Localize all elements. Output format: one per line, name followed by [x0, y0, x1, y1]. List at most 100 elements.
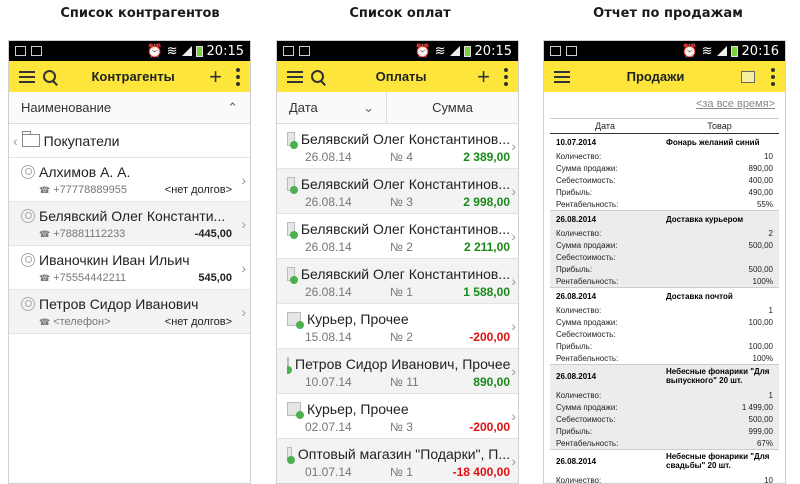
period-selector[interactable]: <за все время>	[544, 92, 785, 118]
payment-number: № 3	[390, 195, 413, 209]
more-icon[interactable]	[504, 67, 508, 86]
more-icon[interactable]	[236, 67, 240, 86]
sort-header[interactable]: Наименование ⌃	[9, 92, 250, 124]
payment-details: 26.08.14 № 3 2 998,00	[287, 194, 510, 210]
payment-row[interactable]: Курьер, Прочее 02.07.14 № 3 -200,00 ›	[277, 394, 518, 439]
sort-date[interactable]: Дата ⌄	[277, 92, 387, 123]
payment-document-icon	[287, 312, 304, 329]
chevron-right-icon: ›	[241, 216, 246, 232]
signal-icon	[716, 46, 727, 56]
counterparty-row[interactable]: Иваночкин Иван Ильич ☎ +75554442211 545,00 ›	[9, 246, 250, 290]
payment-row[interactable]: Оптовый магазин "Подарки", П... 01.07.14 №…	[277, 439, 518, 483]
search-icon[interactable]	[311, 69, 325, 84]
report-metric-value: 890,00	[748, 163, 773, 173]
report-metric-row: Количество: 2	[550, 227, 779, 239]
counterparty-name: Белявский Олег Константи...	[39, 208, 226, 224]
counterparty-details: ☎ <телефон> <нет долгов>	[21, 314, 238, 330]
payment-sum: 890,00	[473, 375, 510, 389]
alarm-icon: ⏰	[146, 43, 163, 59]
payment-number: № 1	[390, 465, 413, 479]
report-metric-value: 1	[768, 305, 773, 315]
counterparty-row[interactable]: Алхимов А. А. ☎ +77778889955 <нет долгов> ›	[9, 158, 250, 202]
counterparty-row[interactable]: Белявский Олег Константи... ☎ +78881112233…	[9, 202, 250, 246]
report-metric-row: Прибыль: 490,00	[550, 186, 779, 198]
phone-icon: ☎	[39, 316, 51, 327]
report-metric-label: Количество:	[556, 151, 602, 161]
payment-number: № 11	[390, 375, 419, 389]
payment-row[interactable]: Белявский Олег Константинов... 26.08.14 № …	[277, 124, 518, 169]
payment-details: 10.07.14 № 11 890,00	[287, 374, 510, 390]
report-metric-row: Количество: 1	[550, 389, 779, 401]
counterparty-details: ☎ +77778889955 <нет долгов>	[21, 182, 238, 198]
column-date-label: Дата	[289, 100, 318, 115]
counterparty-debt: <нет долгов>	[164, 316, 232, 328]
sort-header: Дата ⌄ Сумма	[277, 92, 518, 124]
report-metric-label: Себестоимость:	[556, 414, 616, 424]
group-label: Покупатели	[43, 132, 120, 149]
payment-sum: -200,00	[469, 420, 510, 434]
report-group-header: 26.08.2014 Небесные фонарики "Для выпускн…	[550, 365, 779, 389]
more-icon[interactable]	[771, 67, 775, 86]
add-icon[interactable]: +	[477, 65, 490, 88]
counterparty-debt: -445,00	[194, 228, 232, 240]
payment-document-icon	[287, 357, 292, 374]
payment-counterparty: Петров Сидор Иванович, Прочее	[295, 356, 510, 372]
payment-date: 26.08.14	[305, 240, 352, 254]
report-group-date: 10.07.2014	[556, 137, 597, 147]
counterparty-name-line: Иваночкин Иван Ильич	[21, 250, 238, 270]
chevron-right-icon: ›	[241, 304, 246, 320]
menu-icon[interactable]	[19, 70, 35, 83]
report-metric-row: Сумма продажи: 890,00	[550, 162, 779, 174]
payment-sum: 2 389,00	[463, 150, 510, 164]
payment-row[interactable]: Белявский Олег Константинов... 26.08.14 № …	[277, 214, 518, 259]
payment-document-icon	[287, 447, 295, 464]
add-icon[interactable]: +	[209, 65, 222, 88]
payment-document-icon	[287, 222, 298, 239]
caption-payments: Список оплат	[349, 6, 451, 21]
chevron-right-icon: ›	[511, 363, 516, 379]
image-icon	[566, 46, 577, 56]
payment-name-line: Белявский Олег Константинов...	[287, 264, 510, 284]
payment-date: 26.08.14	[305, 285, 352, 299]
report-metric-value: 55%	[756, 199, 773, 209]
report-metric-label: Сумма продажи:	[556, 163, 618, 173]
chevron-up-icon: ⌃	[227, 99, 238, 115]
search-icon[interactable]	[43, 69, 57, 84]
menu-icon[interactable]	[287, 70, 303, 83]
clock: 20:15	[474, 43, 512, 59]
wifi-icon: ≋	[166, 43, 178, 59]
column-sum-label[interactable]: Сумма	[387, 100, 518, 115]
payment-number: № 3	[390, 420, 413, 434]
payment-date: 01.07.14	[305, 465, 352, 479]
payment-document-icon	[287, 402, 304, 419]
caption-counterparties: Список контрагентов	[60, 6, 220, 21]
report-metric-label: Количество:	[556, 390, 602, 400]
chevron-down-icon: ⌄	[363, 99, 374, 115]
payment-date: 15.08.14	[305, 330, 352, 344]
payment-number: № 1	[390, 285, 413, 299]
payment-document-icon	[287, 267, 298, 284]
report-group-date: 26.08.2014	[556, 372, 597, 381]
counterparty-debt: <нет долгов>	[164, 184, 232, 196]
report-metric-value: 10	[764, 475, 773, 484]
status-bar: ⏰ ≋ 20:15	[277, 41, 518, 61]
payment-row[interactable]: Белявский Олег Константинов... 26.08.14 № …	[277, 169, 518, 214]
payment-row[interactable]: Белявский Олег Константинов... 26.08.14 № …	[277, 259, 518, 304]
page-title: Продажи	[626, 69, 685, 84]
column-date: Дата	[595, 121, 615, 131]
counterparty-row[interactable]: Петров Сидор Иванович ☎ <телефон> <нет долг…	[9, 290, 250, 334]
report-metric-label: Себестоимость:	[556, 252, 616, 262]
chevron-left-icon: ‹	[13, 132, 18, 149]
payment-row[interactable]: Курьер, Прочее 15.08.14 № 2 -200,00 ›	[277, 304, 518, 349]
report-metric-row: Сумма продажи: 1 499,00	[550, 401, 779, 413]
report-metric-value: 100,00	[748, 317, 773, 327]
payment-row[interactable]: Петров Сидор Иванович, Прочее 10.07.14 № 1…	[277, 349, 518, 394]
report-group-header: 26.08.2014 Небесные фонарики "Для свадьбы…	[550, 450, 779, 474]
counterparty-phone: +77778889955	[53, 184, 127, 196]
counterparty-phone: <телефон>	[53, 316, 111, 328]
report-group-item: Небесные фонарики "Для выпускного" 20 шт…	[666, 367, 770, 385]
image-icon	[31, 46, 42, 56]
menu-icon[interactable]	[554, 70, 570, 83]
group-row[interactable]: ‹ Покупатели	[9, 124, 250, 158]
report-settings-icon[interactable]	[741, 70, 755, 83]
